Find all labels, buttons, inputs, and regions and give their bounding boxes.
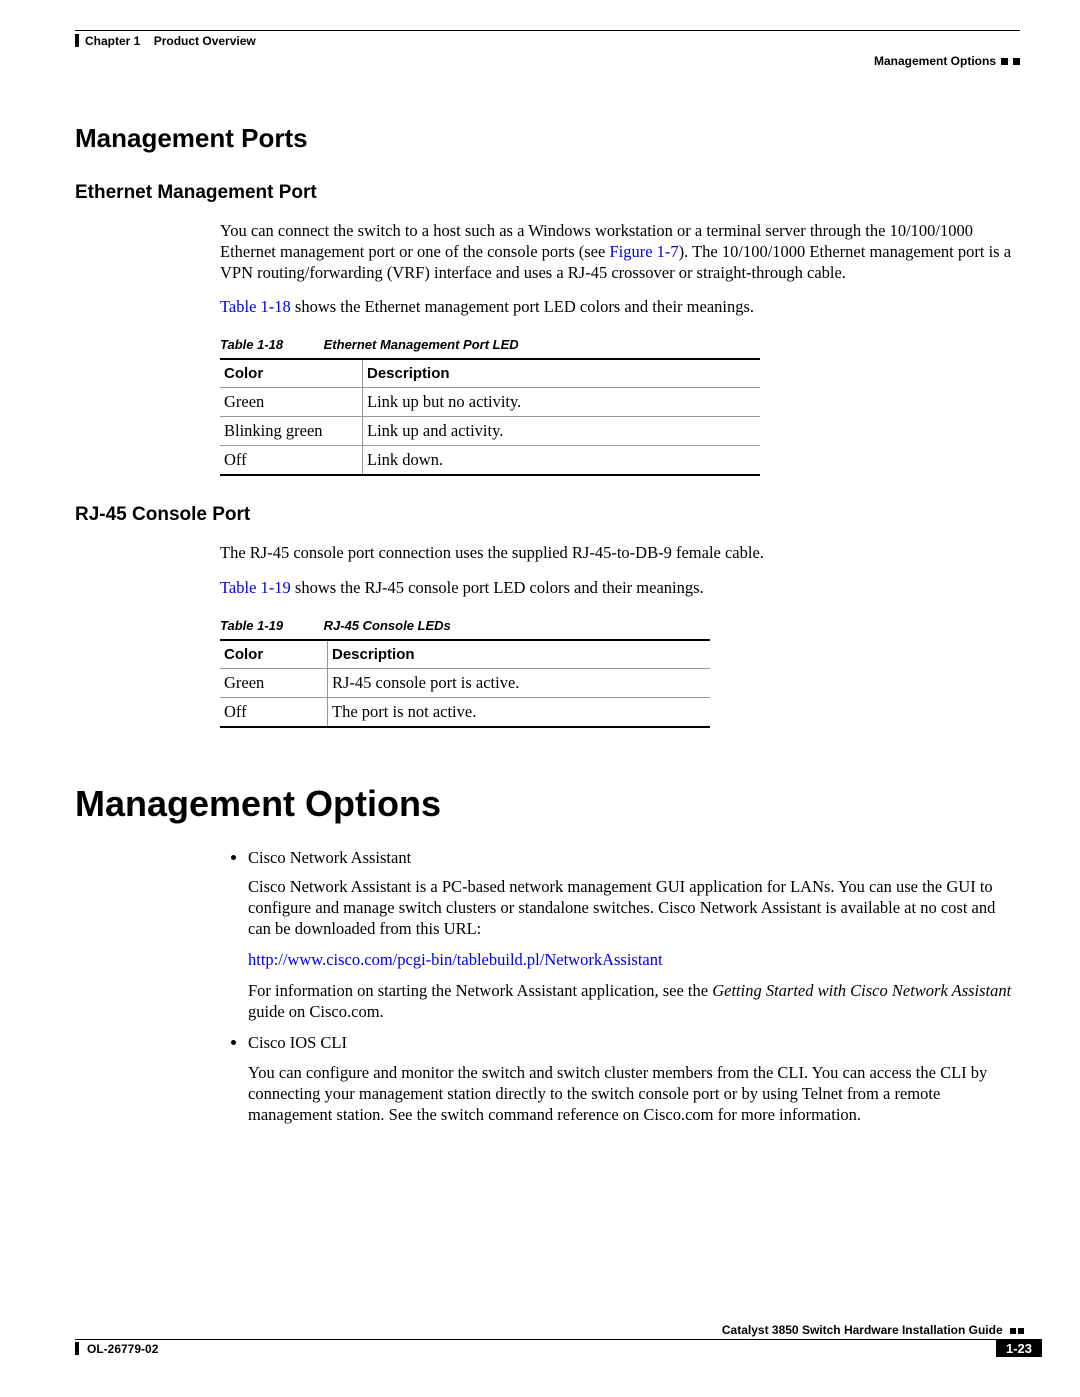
figure-link[interactable]: Figure 1-7 (609, 242, 678, 261)
square-icon (1013, 58, 1020, 65)
paragraph: Table 1-19 shows the RJ-45 console port … (220, 577, 1020, 598)
options-list: Cisco Network Assistant Cisco Network As… (220, 847, 1020, 1125)
paragraph: For information on starting the Network … (248, 980, 1020, 1022)
paragraph: Table 1-18 shows the Ethernet management… (220, 296, 1020, 317)
heading-ethernet-mgmt-port: Ethernet Management Port (75, 182, 1020, 204)
paragraph: Cisco Network Assistant is a PC-based ne… (248, 876, 1020, 939)
table-row: GreenLink up but no activity. (220, 388, 760, 417)
table-caption: Table 1-18 Ethernet Management Port LED (220, 337, 1020, 352)
heading-rj45-console: RJ-45 Console Port (75, 504, 1020, 526)
heading-management-ports: Management Ports (75, 123, 1020, 154)
paragraph: The RJ-45 console port connection uses t… (220, 542, 1020, 563)
table-link[interactable]: Table 1-18 (220, 297, 291, 316)
item-title: Cisco IOS CLI (248, 1032, 1020, 1053)
chapter-title: Product Overview (154, 34, 256, 48)
page-header: Chapter 1 Product Overview Management Op… (75, 30, 1020, 68)
item-title: Cisco Network Assistant (248, 847, 1020, 868)
guide-title: Catalyst 3850 Switch Hardware Installati… (722, 1323, 1003, 1337)
square-icon (1001, 58, 1008, 65)
col-header: Description (328, 640, 711, 669)
table-caption: Table 1-19 RJ-45 Console LEDs (220, 618, 1020, 633)
table-row: OffLink down. (220, 446, 760, 476)
list-item: Cisco Network Assistant Cisco Network As… (248, 847, 1020, 1023)
page-number: 1-23 (996, 1341, 1042, 1356)
table-rj45-led: Color Description GreenRJ-45 console por… (220, 639, 710, 728)
col-header: Description (363, 359, 761, 388)
table-row: Blinking greenLink up and activity. (220, 417, 760, 446)
table-link[interactable]: Table 1-19 (220, 578, 291, 597)
col-header: Color (220, 640, 328, 669)
table-row: OffThe port is not active. (220, 697, 710, 727)
table-row: GreenRJ-45 console port is active. (220, 668, 710, 697)
chapter-label: Chapter 1 (85, 34, 140, 48)
header-section: Management Options (874, 54, 996, 68)
list-item: Cisco IOS CLI You can configure and moni… (248, 1032, 1020, 1124)
heading-management-options: Management Options (75, 783, 1020, 825)
paragraph: You can connect the switch to a host suc… (220, 220, 1020, 283)
square-icon (1010, 1328, 1024, 1334)
doc-id: OL-26779-02 (87, 1342, 158, 1356)
col-header: Color (220, 359, 363, 388)
url-link[interactable]: http://www.cisco.com/pcgi-bin/tablebuild… (248, 950, 663, 969)
page-footer: Catalyst 3850 Switch Hardware Installati… (75, 1323, 1042, 1357)
paragraph: You can configure and monitor the switch… (248, 1062, 1020, 1125)
table-ethernet-led: Color Description GreenLink up but no ac… (220, 358, 760, 476)
